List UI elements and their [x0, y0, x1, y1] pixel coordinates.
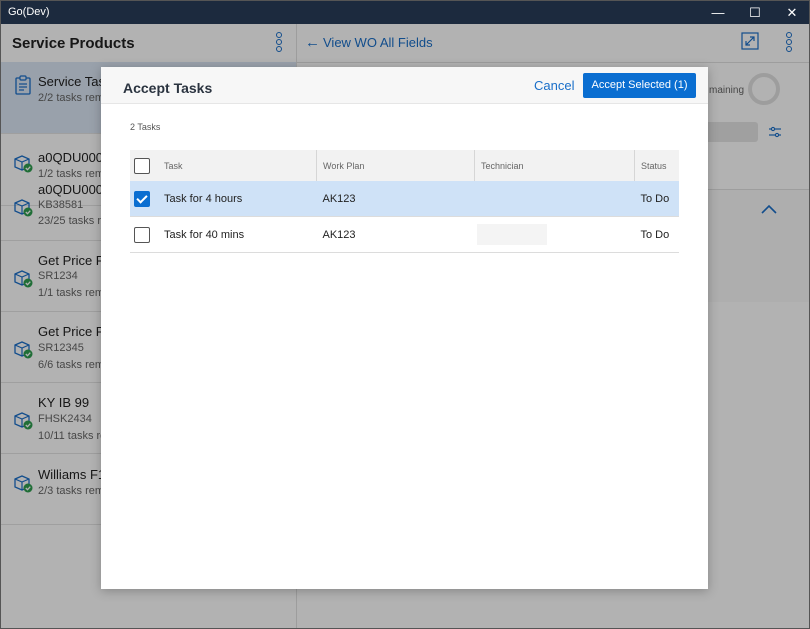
- work-plan-cell: AK123: [316, 216, 475, 253]
- table-row[interactable]: Task for 40 mins AK123 To Do: [130, 216, 679, 253]
- column-header-status[interactable]: Status: [634, 150, 679, 181]
- technician-cell: [474, 216, 635, 253]
- dialog-title: Accept Tasks: [123, 80, 213, 96]
- accept-tasks-dialog: Accept Tasks Cancel Accept Selected (1) …: [101, 67, 708, 589]
- close-window-button[interactable]: ✕: [772, 1, 809, 24]
- table-row[interactable]: Task for 4 hours AK123 To Do: [130, 181, 679, 217]
- technician-cell: [474, 181, 635, 217]
- task-count: 2 Tasks: [130, 122, 161, 132]
- accept-selected-button[interactable]: Accept Selected (1): [583, 73, 696, 98]
- column-header-technician[interactable]: Technician: [474, 150, 635, 181]
- column-header-work-plan[interactable]: Work Plan: [316, 150, 475, 181]
- cancel-button[interactable]: Cancel: [534, 78, 574, 93]
- row-select-cell: [130, 216, 158, 253]
- select-all-cell: [130, 150, 158, 181]
- row-select-cell: [130, 181, 158, 217]
- select-all-checkbox[interactable]: [134, 157, 150, 174]
- technician-picker[interactable]: [476, 224, 547, 245]
- minimize-button[interactable]: —: [698, 1, 738, 24]
- maximize-button[interactable]: ☐: [735, 1, 775, 24]
- app-window: Go(Dev) — ☐ ✕ Service Products Service T…: [0, 0, 810, 629]
- table-header-row: Task Work Plan Technician Status: [130, 150, 679, 181]
- tasks-table: Task Work Plan Technician Status Task fo…: [130, 150, 679, 253]
- dialog-header: Accept Tasks Cancel Accept Selected (1): [101, 67, 708, 104]
- task-cell: Task for 40 mins: [158, 216, 317, 253]
- row-checkbox[interactable]: [134, 190, 150, 207]
- window-titlebar: Go(Dev) — ☐ ✕: [1, 1, 809, 24]
- window-title: Go(Dev): [8, 6, 50, 18]
- row-checkbox[interactable]: [134, 226, 150, 243]
- task-cell: Task for 4 hours: [158, 181, 317, 217]
- status-cell: To Do: [634, 181, 679, 217]
- column-header-task[interactable]: Task: [158, 150, 317, 181]
- work-plan-cell: AK123: [316, 181, 475, 217]
- status-cell: To Do: [634, 216, 679, 253]
